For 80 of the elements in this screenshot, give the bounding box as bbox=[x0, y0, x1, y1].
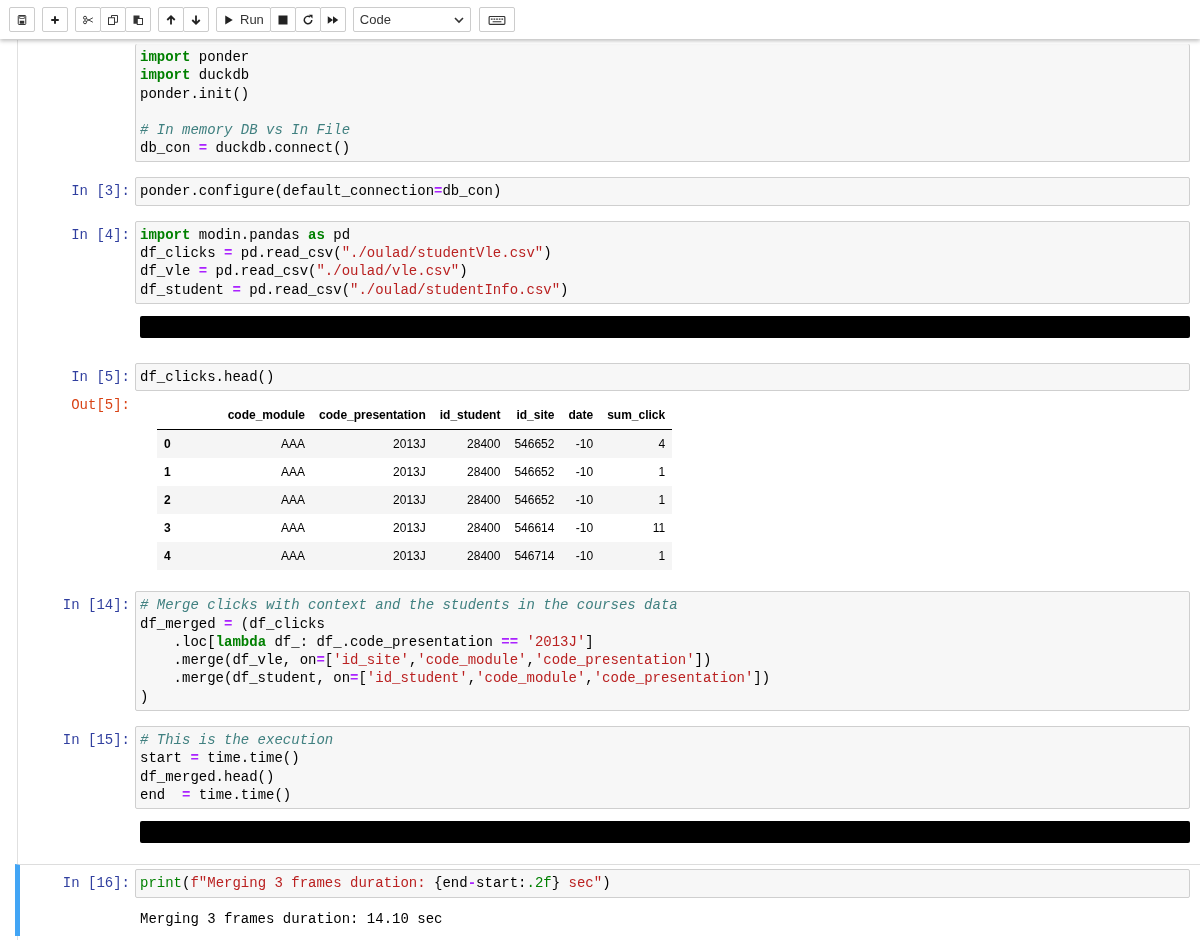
scissors-icon bbox=[82, 13, 94, 26]
table-cell: 1 bbox=[600, 458, 673, 487]
row-index: 3 bbox=[157, 514, 221, 543]
row-index: 1 bbox=[157, 458, 221, 487]
move-up-button[interactable] bbox=[158, 7, 184, 32]
input-prompt: In [14]: bbox=[61, 596, 131, 615]
code-editor[interactable]: # Merge clicks with context and the students in the courses data df_merged = (df_clicks .loc[lambda df_: df_.code_presentation == '2013J'] .merge(df_vle, on=['id_site','code_module','code_presentation']) .merge(df_student, on=['id_student','code_module','code_presentation']) ) bbox=[135, 591, 1190, 712]
column-header: id_site bbox=[507, 401, 562, 430]
play-icon bbox=[223, 13, 235, 26]
table-cell: 2013J bbox=[312, 514, 433, 543]
paste-button[interactable] bbox=[125, 7, 151, 32]
up-arrow-icon bbox=[165, 13, 177, 26]
run-all-button[interactable] bbox=[319, 7, 346, 32]
table-cell: 28400 bbox=[432, 458, 508, 487]
column-header: sum_click bbox=[600, 401, 673, 430]
input-prompt: In [5]: bbox=[70, 367, 131, 386]
table-cell: 28400 bbox=[432, 429, 508, 459]
table-cell: -10 bbox=[561, 486, 601, 515]
row-index: 0 bbox=[157, 429, 221, 459]
column-header: id_student bbox=[432, 401, 508, 430]
table-cell: 2013J bbox=[312, 429, 433, 459]
code-editor[interactable]: ponder.configure(default_connection=db_con) bbox=[135, 177, 1190, 206]
table-cell: AAA bbox=[220, 486, 313, 515]
input-prompt: In [15]: bbox=[61, 731, 131, 750]
table-cell: 28400 bbox=[432, 514, 508, 543]
table-cell: 4 bbox=[600, 429, 673, 459]
input-prompt: In [3]: bbox=[70, 182, 131, 201]
paste-icon bbox=[132, 13, 144, 26]
table-cell: 28400 bbox=[432, 542, 508, 571]
table-cell: -10 bbox=[561, 542, 601, 571]
move-down-button[interactable] bbox=[183, 7, 209, 32]
column-header: date bbox=[561, 401, 601, 430]
table-cell: 1 bbox=[600, 542, 673, 571]
table-cell: 28400 bbox=[432, 486, 508, 515]
cell-type-dropdown[interactable]: Code bbox=[352, 7, 471, 32]
keyboard-button[interactable] bbox=[478, 7, 515, 32]
output-text: Merging 3 frames duration: 14.10 sec bbox=[139, 909, 443, 929]
row-index: 4 bbox=[157, 542, 221, 571]
input-prompt: In [4]: bbox=[70, 225, 131, 244]
code-editor[interactable]: import modin.pandas as pd df_clicks = pd.read_csv("./oulad/studentVle.csv") df_vle = pd.read_csv("./oulad/vle.csv") df_student = pd.read_csv("./oulad/studentInfo.csv") bbox=[135, 220, 1190, 304]
code-editor[interactable]: df_clicks.head() bbox=[135, 362, 1190, 392]
table-cell: 546652 bbox=[507, 486, 562, 515]
code-editor[interactable]: print(f"Merging 3 frames duration: {end-start:.2f} sec") bbox=[135, 869, 1190, 898]
output-prompt: Out[5]: bbox=[70, 396, 131, 415]
copy-icon bbox=[107, 13, 119, 26]
table-cell: AAA bbox=[220, 542, 313, 571]
cut-button[interactable] bbox=[75, 7, 101, 32]
run-button[interactable]: Run bbox=[216, 7, 271, 32]
plus-icon bbox=[49, 13, 61, 26]
table-cell: 1 bbox=[600, 486, 673, 515]
table-cell: 546652 bbox=[507, 429, 562, 459]
table-cell: 546714 bbox=[507, 542, 562, 571]
add-cell-button[interactable] bbox=[42, 7, 68, 32]
table-cell: 2013J bbox=[312, 458, 433, 487]
column-header: code_module bbox=[220, 401, 313, 430]
table-cell: 2013J bbox=[312, 542, 433, 571]
save-icon bbox=[16, 13, 28, 26]
table-cell: -10 bbox=[561, 514, 601, 543]
table-cell: AAA bbox=[220, 514, 313, 543]
copy-button[interactable] bbox=[100, 7, 126, 32]
table-cell: 11 bbox=[600, 514, 673, 543]
stop-button[interactable] bbox=[269, 7, 296, 32]
table-cell: AAA bbox=[220, 429, 313, 459]
stop-icon bbox=[276, 13, 289, 26]
table-cell: 546652 bbox=[507, 458, 562, 487]
input-prompt: In [16]: bbox=[61, 874, 131, 893]
code-editor[interactable]: import ponder import duckdb ponder.init() # In memory DB vs In File db_con = duckdb.connect() bbox=[135, 44, 1190, 163]
table-cell: 546614 bbox=[507, 514, 562, 543]
down-arrow-icon bbox=[190, 13, 202, 26]
refresh-icon bbox=[301, 13, 314, 26]
restart-button[interactable] bbox=[294, 7, 321, 32]
table-cell: AAA bbox=[220, 458, 313, 487]
chevron-down-icon bbox=[453, 14, 464, 25]
column-header: code_presentation bbox=[312, 401, 433, 430]
save-button[interactable] bbox=[9, 7, 35, 32]
code-editor[interactable]: # This is the execution start = time.time() df_merged.head() end = time.time() bbox=[135, 726, 1190, 810]
row-index: 2 bbox=[157, 486, 221, 515]
table-cell: -10 bbox=[561, 429, 601, 459]
table-cell: -10 bbox=[561, 458, 601, 487]
table-cell: 2013J bbox=[312, 486, 433, 515]
